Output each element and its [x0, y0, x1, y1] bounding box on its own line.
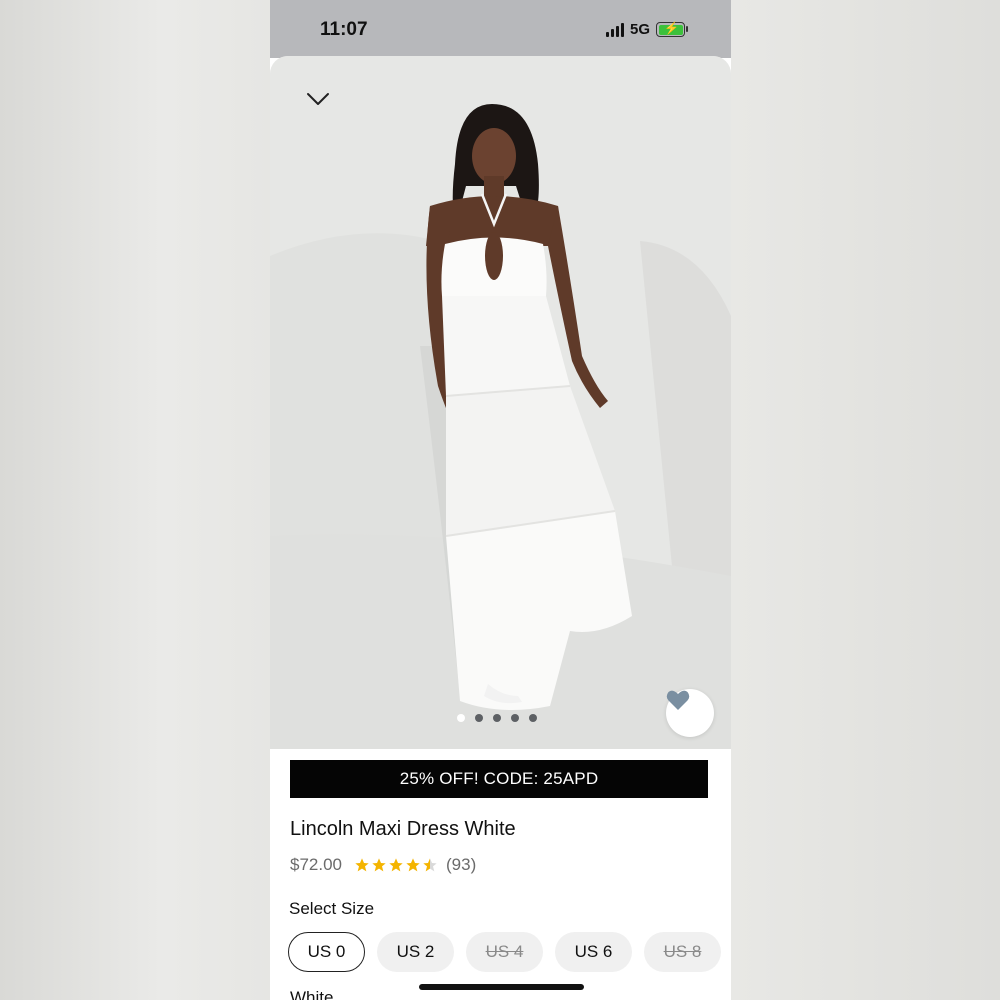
price-rating-row: $72.00 (93) — [290, 855, 476, 875]
product-image-carousel[interactable] — [270, 56, 731, 749]
battery-icon: ⚡ — [656, 21, 689, 37]
status-bar: 11:07 5G ⚡ — [270, 0, 731, 58]
background-right — [731, 0, 1000, 1000]
carousel-indicator[interactable] — [457, 714, 537, 722]
size-option-us-2[interactable]: US 2 — [377, 932, 454, 972]
size-section-label: Select Size — [289, 899, 375, 918]
carousel-dot[interactable] — [475, 714, 483, 722]
heart-icon — [666, 690, 690, 710]
favorite-button[interactable] — [666, 689, 714, 737]
promo-banner: 25% OFF! CODE: 25APD — [290, 760, 708, 798]
review-count[interactable]: (93) — [446, 855, 476, 875]
background-left — [0, 0, 270, 1000]
rating-stars[interactable] — [354, 857, 438, 873]
network-type: 5G — [630, 21, 651, 38]
collapse-button[interactable] — [306, 92, 334, 116]
color-section-label: White — [290, 988, 334, 1000]
size-option-us-8[interactable]: US 8 — [644, 932, 721, 972]
home-indicator[interactable] — [419, 984, 584, 990]
status-time: 11:07 — [320, 19, 368, 40]
carousel-dot[interactable] — [493, 714, 501, 722]
product-title: Lincoln Maxi Dress White — [290, 818, 516, 840]
product-photo — [270, 56, 731, 749]
carousel-dot[interactable] — [529, 714, 537, 722]
size-option-us-4[interactable]: US 4 — [466, 932, 543, 972]
signal-icon — [606, 22, 624, 37]
product-price: $72.00 — [290, 855, 342, 874]
star-icon — [372, 858, 386, 872]
star-icon — [355, 858, 369, 872]
phone-screen: 11:07 5G ⚡ 25% OFF! CODE: 25APD Lincoln … — [270, 0, 731, 1000]
star-icon — [406, 858, 420, 872]
size-selector: US 0 US 2 US 4 US 6 US 8 — [288, 932, 721, 972]
size-option-us-0[interactable]: US 0 — [288, 932, 365, 972]
status-indicators: 5G ⚡ — [606, 21, 689, 38]
carousel-dot[interactable] — [511, 714, 519, 722]
carousel-dot[interactable] — [457, 714, 465, 722]
size-option-us-6[interactable]: US 6 — [555, 932, 632, 972]
chevron-down-icon — [307, 93, 329, 105]
half-star-icon — [423, 858, 437, 872]
star-icon — [389, 858, 403, 872]
